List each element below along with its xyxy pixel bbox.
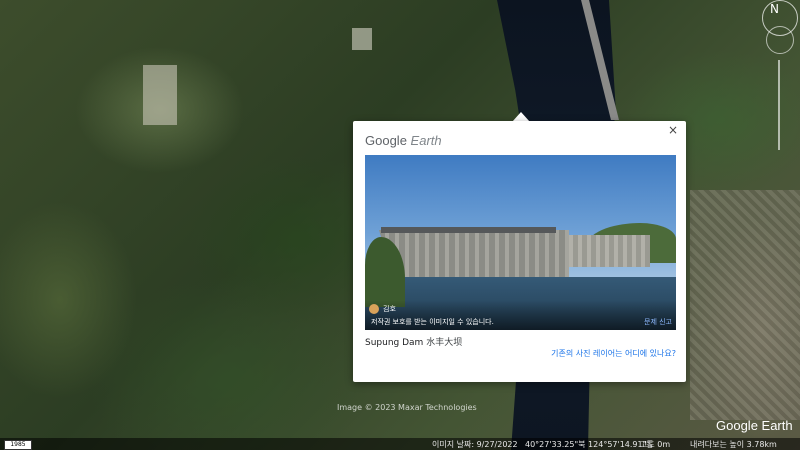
google-earth-brand: Google Earth (365, 133, 442, 148)
zoom-slider[interactable] (778, 60, 780, 150)
place-name: Supung Dam (365, 338, 424, 348)
brand-earth: Earth (410, 133, 442, 148)
photo-dam-wall (555, 235, 650, 267)
photo-layer-help-link[interactable]: 기존의 사진 레이어는 어디에 있나요? (551, 348, 676, 359)
coordinates: 40°27'33.25"북 124°57'14.91"동 (525, 440, 654, 449)
google-earth-logo: Google Earth (716, 418, 793, 433)
place-name-local: 水丰大坝 (426, 338, 463, 348)
facility-site (143, 65, 177, 125)
imagery-credit: Image © 2023 Maxar Technologies (337, 403, 477, 412)
brand-google: Google (365, 133, 407, 148)
photo-dam-crest (381, 227, 556, 233)
status-bar: 이미지 날짜: 9/27/2022 40°27'33.25"북 124°57'1… (0, 438, 800, 450)
facility-site (352, 28, 372, 50)
historical-imagery-badge[interactable]: 1985 (4, 440, 32, 450)
photo-dam-wall (379, 230, 569, 280)
report-link[interactable]: 문제 신고 (644, 317, 672, 327)
tilt-control[interactable] (766, 26, 794, 54)
altitude: 고도 0m (640, 440, 671, 449)
uploader-name[interactable]: 김호 (383, 304, 396, 314)
compass-north-label: N (770, 2, 779, 16)
imagery-date: 이미지 날짜: 9/27/2022 (432, 440, 518, 449)
close-icon[interactable]: × (666, 123, 680, 137)
copyright-note: 저작권 보호를 받는 이미지일 수 있습니다. (371, 318, 494, 326)
place-info-popup: Google Earth × 김호 저작권 보호를 받는 이미지일 수 있습니다… (353, 121, 686, 382)
town-area (690, 190, 800, 420)
eye-altitude: 내려다보는 높이 3.78km (690, 440, 777, 449)
place-title: Supung Dam 水丰大坝 (365, 335, 462, 348)
place-photo[interactable]: 김호 저작권 보호를 받는 이미지일 수 있습니다. 문제 신고 (365, 155, 676, 330)
uploader-avatar-icon (369, 304, 379, 314)
